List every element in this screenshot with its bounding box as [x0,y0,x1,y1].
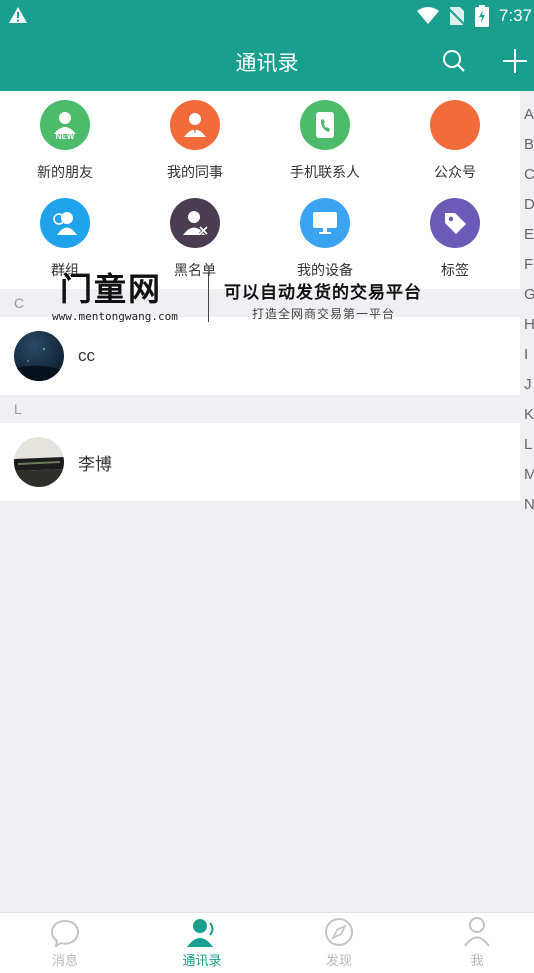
index-letter[interactable]: N [524,490,534,520]
shortcut-label: 手机联系人 [290,165,360,181]
contact-name: cc [78,346,95,365]
phone-contacts-icon [300,100,350,150]
index-letter[interactable]: D [524,190,534,220]
shortcut-my-devices[interactable]: 我的设备 [260,189,390,285]
index-letter[interactable]: L [524,430,534,460]
contact-row-li-bo[interactable]: 李博 [0,423,520,501]
alphabet-index[interactable]: A B C D E F G H I J K L M N [524,100,534,520]
avatar [14,331,64,381]
device-icon [300,198,350,248]
no-sim-icon [448,7,465,26]
tab-discover[interactable]: 发现 [274,913,404,973]
section-header-c: C [0,289,520,317]
index-letter[interactable]: B [524,130,534,160]
colleague-icon [170,100,220,150]
chat-bubble-icon [50,919,80,947]
battery-charging-icon [474,5,489,27]
bottom-tab-bar: 消息 通讯录 发现 我 [0,912,534,973]
tab-label: 我 [470,954,484,969]
blacklist-icon [170,198,220,248]
shortcut-colleagues[interactable]: 我的同事 [130,91,260,187]
shortcut-blacklist[interactable]: 黑名单 [130,189,260,285]
tab-contacts[interactable]: 通讯录 [137,913,267,973]
index-letter[interactable]: E [524,220,534,250]
shortcut-label: 公众号 [434,165,476,181]
tag-icon [430,198,480,248]
index-letter[interactable]: F [524,250,534,280]
index-letter[interactable]: G [524,280,534,310]
shortcut-new-friends[interactable]: NEW 新的朋友 [0,91,130,187]
shortcut-official-accounts[interactable]: 公众号 [390,91,520,187]
tab-messages[interactable]: 消息 [0,913,130,973]
tab-label: 消息 [51,954,78,969]
tab-me[interactable]: 我 [412,913,534,973]
shortcut-label: 新的朋友 [37,165,93,181]
index-letter[interactable]: I [524,340,534,370]
search-icon[interactable] [442,49,466,73]
section-header-l: L [0,395,520,423]
index-letter[interactable]: K [524,400,534,430]
status-bar: 7:37 [0,0,534,32]
compass-icon [325,918,353,946]
shortcut-label: 群组 [51,263,79,279]
shortcut-tags[interactable]: 标签 [390,189,520,285]
official-account-icon [430,100,480,150]
new-friend-icon: NEW [40,100,90,150]
wifi-icon [416,7,439,24]
contacts-icon [187,919,214,947]
app-bar: 通讯录 [0,32,534,91]
shortcut-label: 标签 [441,263,469,279]
status-time: 7:37 [498,6,532,25]
contact-row-cc[interactable]: cc [0,317,520,395]
index-letter[interactable]: H [524,310,534,340]
shortcut-label: 我的同事 [167,165,223,181]
person-icon [464,917,490,947]
shortcut-label: 我的设备 [297,263,353,279]
index-letter[interactable]: A [524,100,534,130]
svg-text:NEW: NEW [56,132,75,141]
shortcut-grid: NEW 新的朋友 我的同事 手机联系人 公众号 群组 黑名单 我的设备 标签 [0,91,520,289]
tab-label: 发现 [325,954,352,969]
index-letter[interactable]: C [524,160,534,190]
tab-label: 通讯录 [182,954,222,969]
contact-name: 李博 [78,454,112,474]
warning-icon [9,7,27,23]
shortcut-label: 黑名单 [174,263,216,279]
add-icon[interactable] [502,48,528,74]
index-letter[interactable]: M [524,460,534,490]
index-letter[interactable]: J [524,370,534,400]
shortcut-groups[interactable]: 群组 [0,189,130,285]
group-icon [40,198,90,248]
avatar [14,437,64,487]
shortcut-phone-contacts[interactable]: 手机联系人 [260,91,390,187]
